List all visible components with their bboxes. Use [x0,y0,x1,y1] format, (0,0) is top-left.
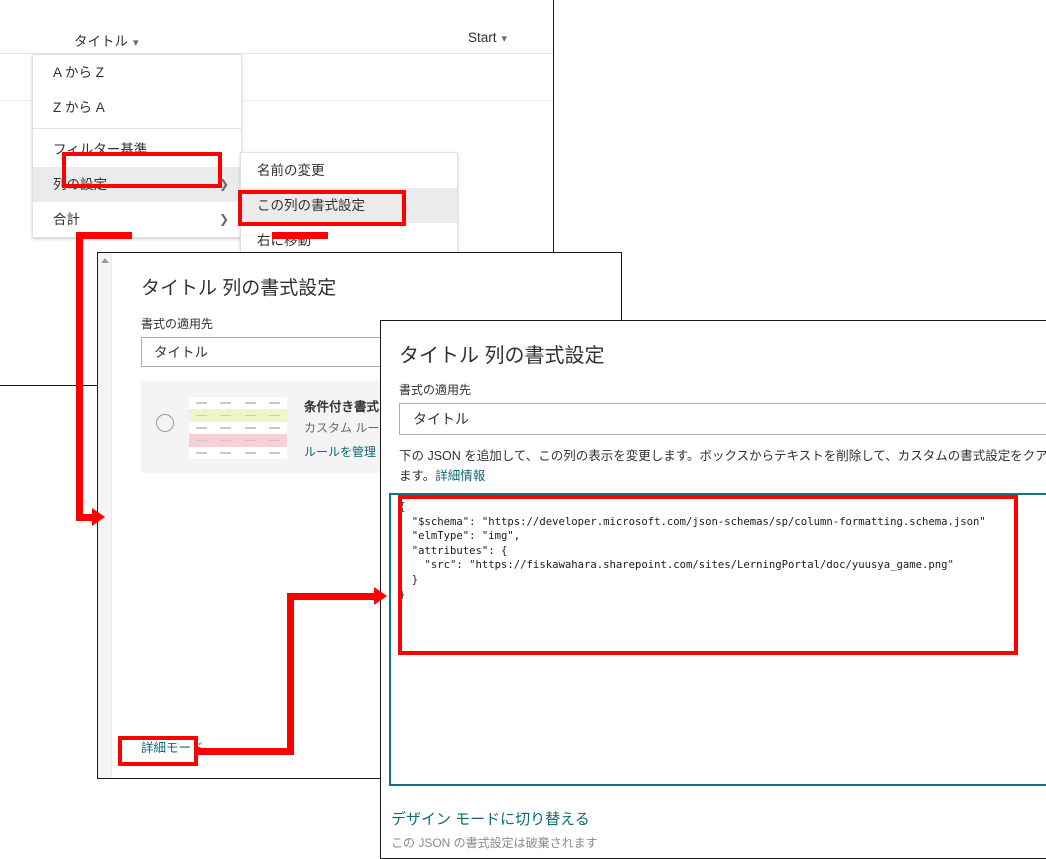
annotation-arrow1-seg-horizontal-bottom [76,514,92,521]
column-header-start-label: Start [468,30,497,45]
menu-item-filter-by[interactable]: フィルター基準 [33,132,241,167]
panel-title: タイトル 列の書式設定 [141,278,337,299]
menu-item-label: 列の設定 [53,177,107,192]
advanced-mode-link[interactable]: 詳細モード [141,737,204,756]
menu-divider [33,128,241,129]
scroll-up-arrow-icon[interactable] [101,258,109,263]
chevron-down-icon: ▾ [133,37,139,49]
menu-item-totals[interactable]: 合計 ❯ [33,202,241,237]
submenu-item-rename[interactable]: 名前の変更 [241,153,457,188]
annotation-arrow2-seg-vertical [287,593,294,755]
format-column-panel-advanced: タイトル 列の書式設定 書式の適用先 タイトル 下の JSON を追加して、この… [380,320,1046,859]
column-settings-submenu: 名前の変更 この列の書式設定 右に移動 [240,152,458,259]
json-editor-content: { "$schema": "https://developer.microsof… [399,501,986,601]
column-context-menu: A から Z Z から A フィルター基準 列の設定 ❯ 合計 ❯ [32,54,242,238]
chevron-down-icon: ▾ [501,33,508,45]
list-column-header-row: タイトル ▾ Start ▾ [0,0,553,54]
conditional-formatting-radio[interactable] [156,414,174,432]
menu-item-column-settings[interactable]: 列の設定 ❯ [33,167,241,202]
menu-item-sort-a-z[interactable]: A から Z [33,55,241,90]
annotation-arrow1-seg-horizontal-upper [76,232,132,239]
menu-item-label: フィルター基準 [53,142,148,157]
submenu-item-label: この列の書式設定 [257,198,365,213]
annotation-arrow1-seg-vertical-long [76,232,83,517]
column-header-title-label: タイトル [74,34,128,49]
annotation-arrow1-seg-horizontal-top [272,232,328,239]
json-editor-textarea[interactable]: { "$schema": "https://developer.microsof… [389,493,1046,786]
advanced-format-target-label: 書式の適用先 [399,383,472,397]
column-header-start[interactable]: Start ▾ [468,30,507,45]
design-mode-note: この JSON の書式設定は破棄されます [391,836,598,850]
switch-to-design-mode-link[interactable]: デザイン モードに切り替える [391,808,590,829]
menu-item-sort-z-a[interactable]: Z から A [33,90,241,125]
conditional-formatting-title: 条件付き書式 [304,400,380,414]
annotation-arrow2-head [374,587,387,605]
advanced-panel-description: 下の JSON を追加して、この列の表示を変更します。ボックスからテキストを削除… [399,446,1046,486]
chevron-right-icon: ❯ [218,212,229,226]
submenu-item-label: 名前の変更 [257,163,325,178]
format-target-label: 書式の適用先 [141,317,214,331]
column-header-title[interactable]: タイトル ▾ [74,30,139,50]
advanced-format-target-select[interactable]: タイトル [399,403,1046,435]
annotation-arrow1-head [92,508,105,526]
annotation-arrow2-seg-horizontal-top [287,593,375,600]
menu-item-label: 合計 [53,212,80,227]
menu-item-label: Z から A [53,100,105,115]
annotation-arrow2-seg-horizontal-bottom [196,748,294,755]
submenu-item-format-this-column[interactable]: この列の書式設定 [241,188,457,223]
conditional-formatting-thumbnail-icon [189,397,287,459]
menu-item-label: A から Z [53,65,105,80]
screenshot-stage: タイトル ▾ Start ▾ A から Z Z から A フィルター基準 列の設定 … [0,0,1046,859]
advanced-description-line1: 下の JSON を追加して、この列の表示を変更します。ボックスからテキストを削除… [399,449,1036,463]
chevron-right-icon: ❯ [218,177,229,191]
format-target-value: タイトル [154,345,208,360]
manage-rules-link[interactable]: ルールを管理 [304,443,376,460]
advanced-format-target-value: タイトル [413,411,469,427]
advanced-panel-title: タイトル 列の書式設定 [399,345,605,367]
learn-more-link[interactable]: 詳細情報 [435,469,485,483]
